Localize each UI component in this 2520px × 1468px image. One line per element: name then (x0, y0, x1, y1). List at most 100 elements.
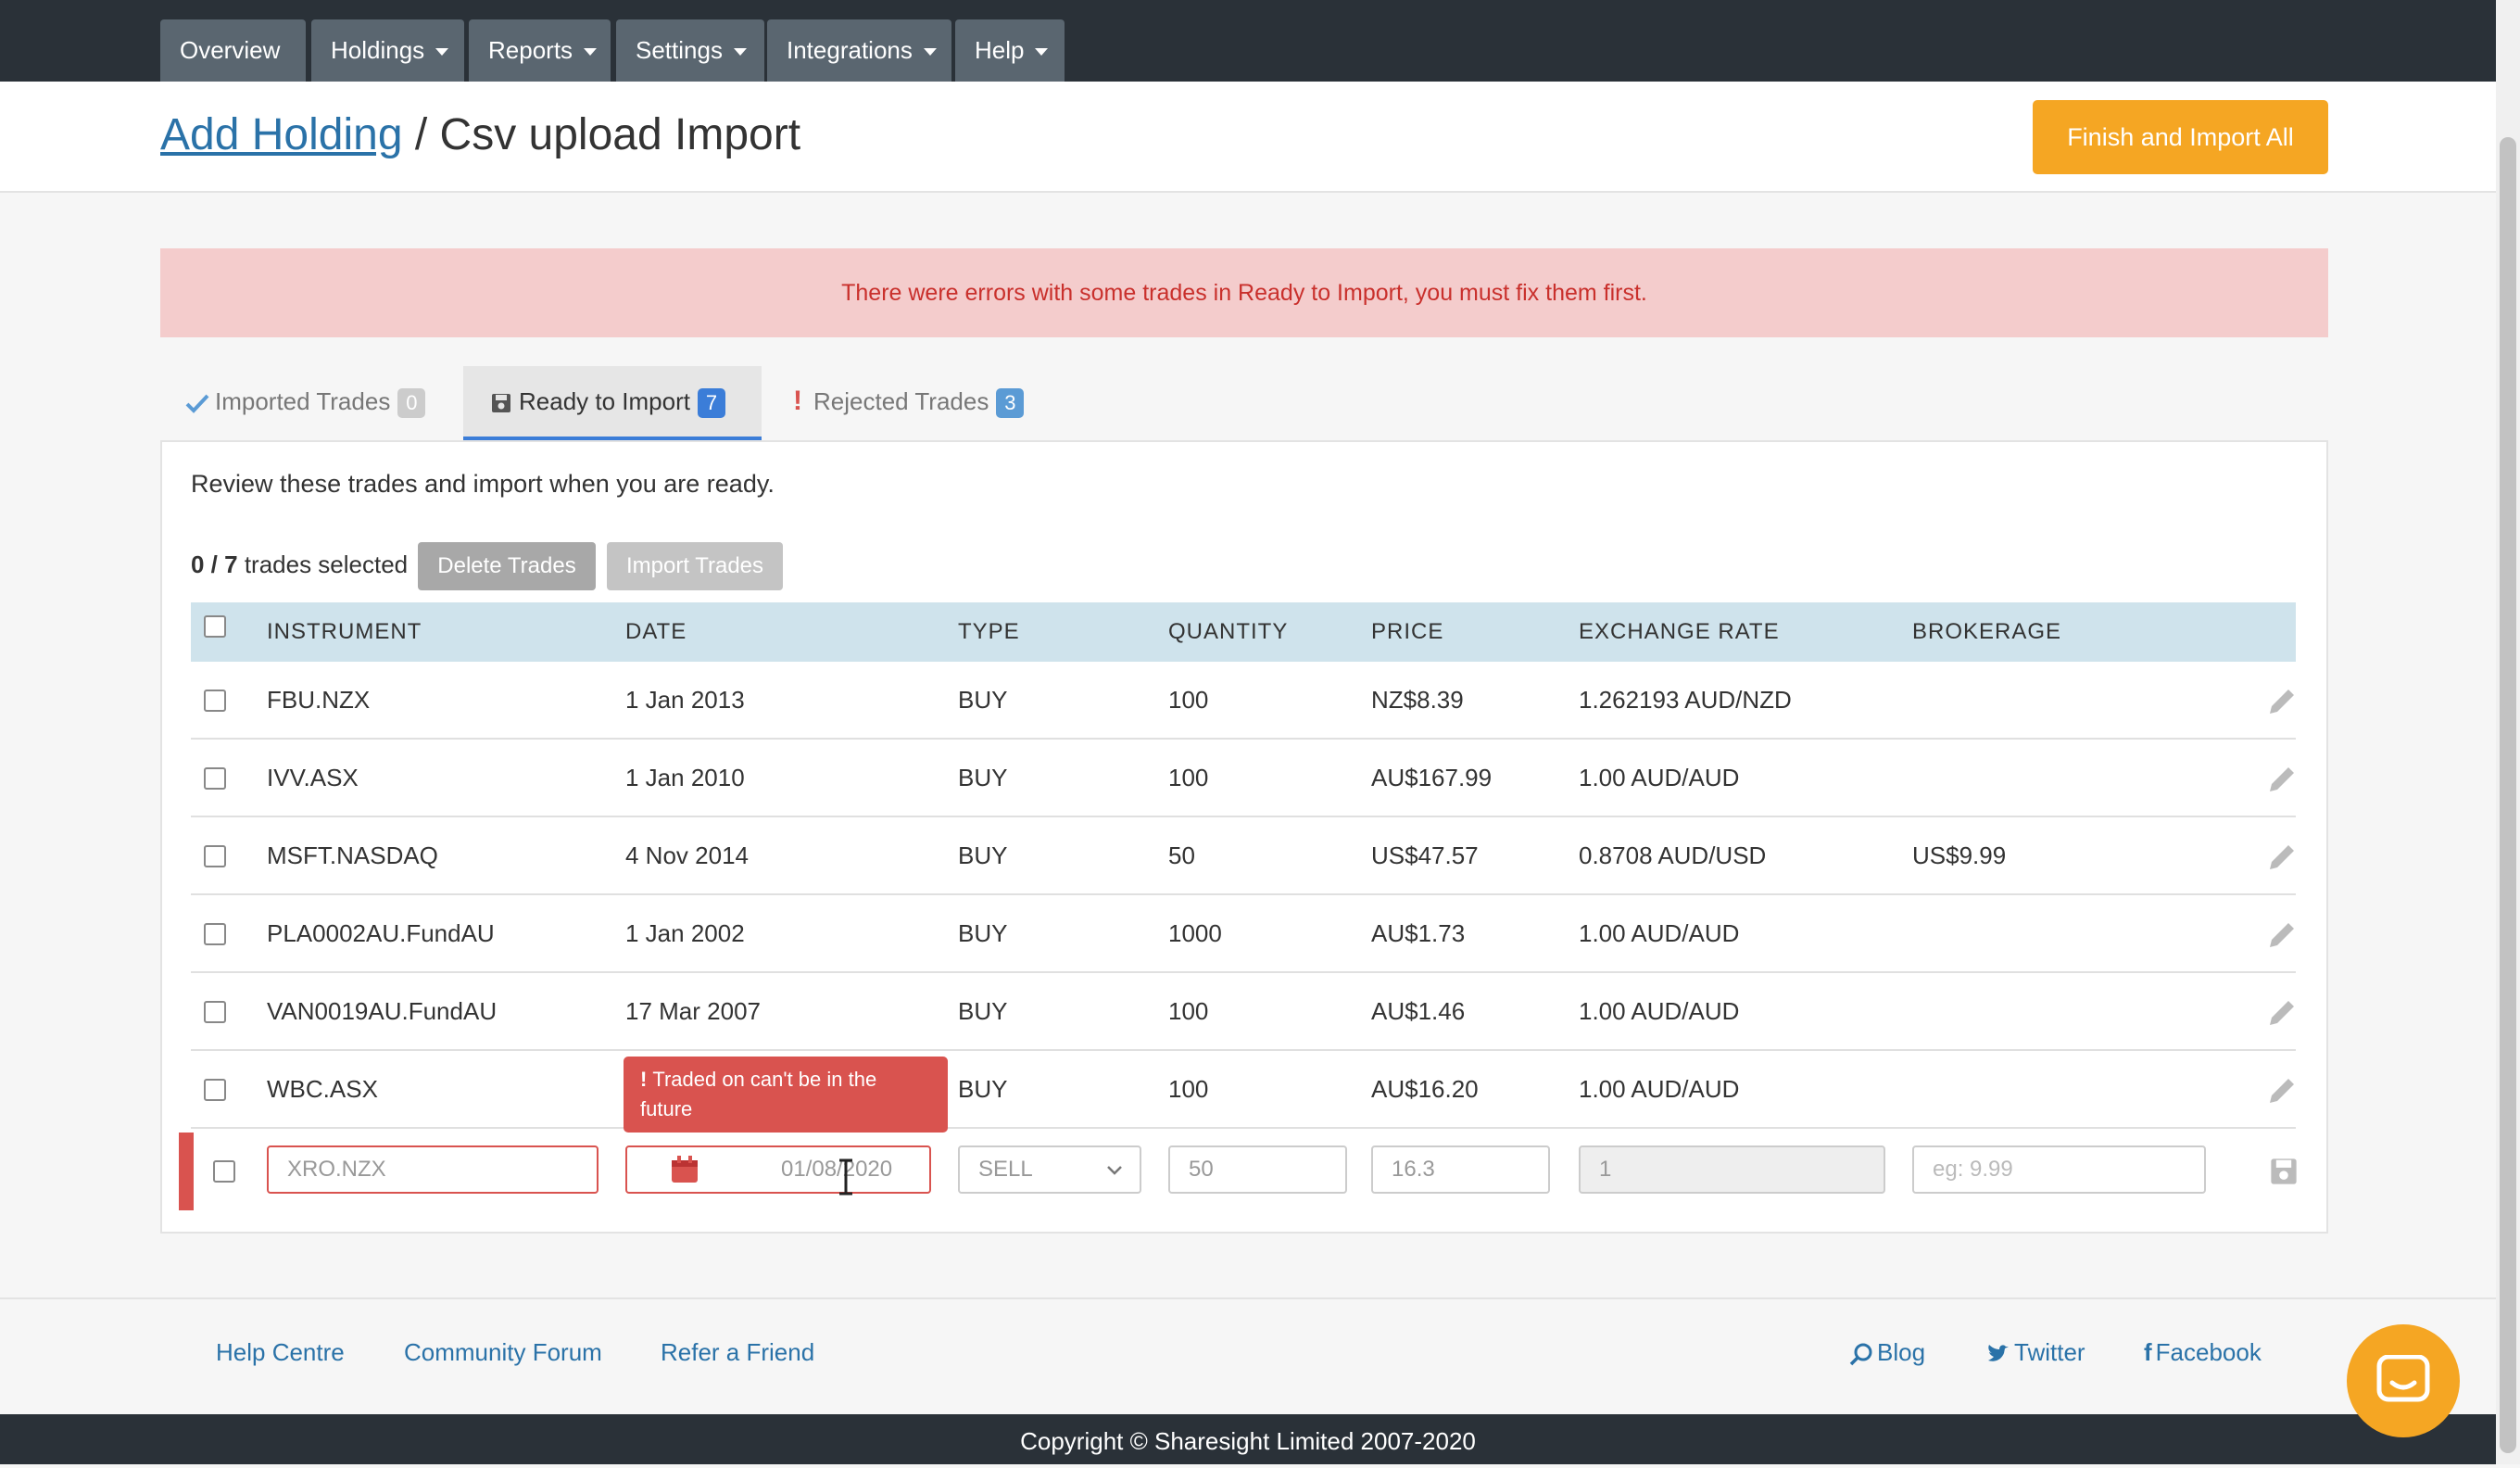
date-error-text: Traded on can't be in the future (640, 1068, 877, 1120)
instrument-input[interactable]: XRO.NZX (267, 1145, 598, 1194)
cell-price: NZ$8.39 (1371, 686, 1464, 714)
column-quantity: QUANTITY (1168, 619, 1289, 644)
nav-settings-label: Settings (636, 36, 723, 64)
tab-badge: 7 (697, 388, 725, 418)
cell-exchange-rate: 1.00 AUD/AUD (1579, 1075, 1740, 1103)
tab-badge: 3 (996, 388, 1025, 418)
error-alert: There were errors with some trades in Re… (160, 248, 2328, 337)
caret-down-icon (1035, 48, 1049, 57)
help-centre-link[interactable]: Help Centre (216, 1338, 345, 1367)
pencil-icon[interactable] (2266, 1075, 2298, 1107)
chat-launcher-button[interactable] (2347, 1324, 2460, 1437)
pencil-icon[interactable] (2266, 842, 2298, 873)
scrollbar-thumb[interactable] (2500, 137, 2516, 1453)
caret-down-icon (733, 48, 747, 57)
delete-trades-button[interactable]: Delete Trades (418, 542, 596, 590)
row-checkbox[interactable] (204, 690, 226, 712)
tab-badge: 0 (397, 388, 426, 418)
finish-and-import-all-button[interactable]: Finish and Import All (2033, 100, 2328, 174)
facebook-link-label: Facebook (2155, 1338, 2262, 1366)
row-checkbox[interactable] (204, 1001, 226, 1023)
cell-date: 4 Nov 2014 (625, 842, 749, 869)
community-forum-link[interactable]: Community Forum (404, 1338, 602, 1367)
nav-reports-label: Reports (488, 36, 573, 64)
cell-price: AU$16.20 (1371, 1075, 1479, 1103)
breadcrumb-add-holding-link[interactable]: Add Holding (160, 110, 403, 159)
tab-ready-to-import[interactable]: Ready to Import 7 (463, 366, 762, 440)
twitter-link-label: Twitter (2014, 1338, 2085, 1366)
price-input[interactable]: 16.3 (1371, 1145, 1550, 1194)
calendar-icon[interactable] (670, 1155, 699, 1184)
type-select[interactable]: SELL (958, 1145, 1141, 1194)
cell-exchange-rate: 1.00 AUD/AUD (1579, 919, 1740, 947)
cell-exchange-rate: 0.8708 AUD/USD (1579, 842, 1767, 869)
cell-quantity: 1000 (1168, 919, 1222, 947)
facebook-link[interactable]: f Facebook (2144, 1338, 2262, 1367)
page-title-text: Csv upload Import (439, 110, 801, 159)
check-icon (185, 394, 209, 413)
cell-instrument: MSFT.NASDAQ (267, 842, 438, 869)
nav-integrations[interactable]: Integrations (767, 19, 951, 82)
row-checkbox[interactable] (204, 1079, 226, 1101)
tab-rejected-trades[interactable]: ! Rejected Trades 3 (793, 366, 1071, 440)
review-text: Review these trades and import when you … (191, 470, 775, 498)
cell-exchange-rate: 1.262193 AUD/NZD (1579, 686, 1792, 714)
page-header: Add Holding / Csv upload Import Finish a… (0, 82, 2496, 193)
cell-quantity: 100 (1168, 997, 1209, 1025)
cell-date: 1 Jan 2002 (625, 919, 745, 947)
page-title: Add Holding / Csv upload Import (160, 109, 800, 160)
nav-reports[interactable]: Reports (469, 19, 611, 82)
error-indicator (179, 1133, 194, 1210)
caret-down-icon (435, 48, 449, 57)
table-row: WBC.ASX BUY 100 AU$16.20 1.00 AUD/AUD (191, 1051, 2296, 1129)
edit-trade-row: XRO.NZX 01/08/2020 SELL 50 16.3 1 eg: 9.… (179, 1133, 2298, 1210)
tab-imported-trades[interactable]: Imported Trades 0 (185, 366, 454, 440)
nav-help-label: Help (975, 36, 1025, 64)
facebook-icon: f (2144, 1338, 2152, 1366)
nav-overview[interactable]: Overview (160, 19, 306, 82)
cell-type: BUY (958, 1075, 1008, 1103)
cell-type: BUY (958, 686, 1008, 714)
row-checkbox[interactable] (213, 1160, 235, 1183)
quantity-input[interactable]: 50 (1168, 1145, 1347, 1194)
pencil-icon[interactable] (2266, 997, 2298, 1029)
date-error-tooltip: ! Traded on can't be in the future (624, 1057, 948, 1133)
twitter-link[interactable]: Twitter (1986, 1338, 2085, 1367)
ready-to-import-panel: Review these trades and import when you … (160, 440, 2328, 1234)
pencil-icon[interactable] (2266, 764, 2298, 795)
row-checkbox[interactable] (204, 923, 226, 945)
scrollbar[interactable] (2496, 0, 2520, 1464)
nav-settings[interactable]: Settings (616, 19, 764, 82)
nav-holdings[interactable]: Holdings (311, 19, 464, 82)
cell-price: AU$1.46 (1371, 997, 1466, 1025)
column-instrument: INSTRUMENT (267, 619, 422, 644)
import-trades-button[interactable]: Import Trades (607, 542, 783, 590)
cell-quantity: 100 (1168, 686, 1209, 714)
pencil-icon[interactable] (2266, 919, 2298, 951)
pencil-icon[interactable] (2266, 686, 2298, 717)
exclamation-icon: ! (793, 386, 802, 416)
refer-a-friend-link[interactable]: Refer a Friend (661, 1338, 814, 1367)
selected-suffix: trades selected (237, 550, 409, 578)
nav-help[interactable]: Help (955, 19, 1065, 82)
date-input[interactable]: 01/08/2020 (625, 1145, 931, 1194)
select-all-checkbox[interactable] (204, 615, 226, 638)
exchange-rate-input: 1 (1579, 1145, 1885, 1194)
table-row: IVV.ASX 1 Jan 2010 BUY 100 AU$167.99 1.0… (191, 740, 2296, 817)
cell-exchange-rate: 1.00 AUD/AUD (1579, 764, 1740, 791)
row-checkbox[interactable] (204, 845, 226, 867)
cell-type: BUY (958, 764, 1008, 791)
table-row: VAN0019AU.FundAU 17 Mar 2007 BUY 100 AU$… (191, 973, 2296, 1051)
cell-instrument: VAN0019AU.FundAU (267, 997, 498, 1025)
page: Overview Holdings Reports Settings Integ… (0, 0, 2496, 1464)
column-price: PRICE (1371, 619, 1444, 644)
top-nav: Overview Holdings Reports Settings Integ… (0, 0, 2496, 82)
tab-imported-trades-label: Imported Trades (215, 387, 391, 415)
blog-link[interactable]: Blog (1849, 1338, 1925, 1367)
cell-quantity: 50 (1168, 842, 1195, 869)
row-checkbox[interactable] (204, 767, 226, 790)
trades-table-header: INSTRUMENT DATE TYPE QUANTITY PRICE EXCH… (191, 602, 2296, 662)
save-icon[interactable] (2270, 1158, 2298, 1185)
cell-price: AU$1.73 (1371, 919, 1466, 947)
brokerage-input[interactable]: eg: 9.99 (1912, 1145, 2206, 1194)
